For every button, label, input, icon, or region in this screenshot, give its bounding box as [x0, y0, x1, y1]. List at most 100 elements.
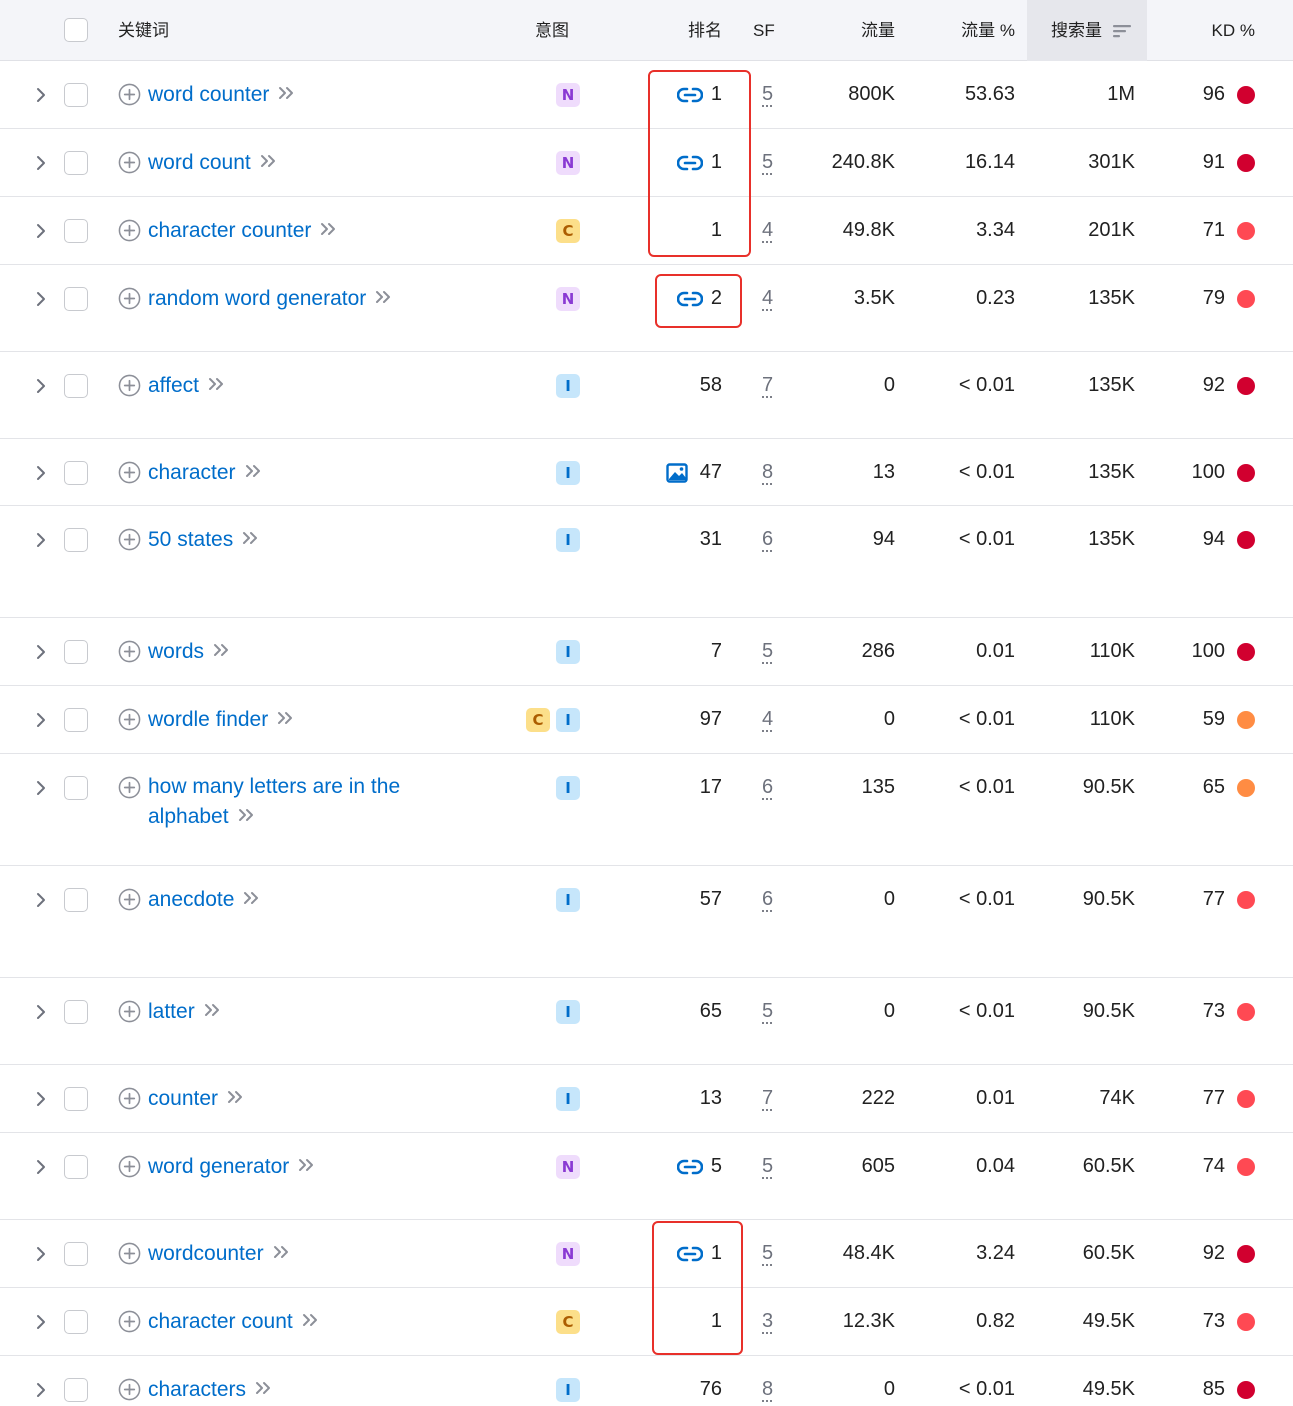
sf-value[interactable]: 5 — [762, 640, 773, 662]
keyword-text[interactable]: character counter — [148, 219, 311, 242]
sf-value[interactable]: 4 — [762, 219, 773, 241]
expand-chevron-icon[interactable] — [33, 1002, 49, 1022]
header-kd[interactable]: KD % — [1170, 0, 1255, 61]
keyword-overview-arrow-icon[interactable] — [241, 530, 261, 546]
serp-features-count[interactable]: 5 — [762, 61, 773, 128]
add-to-list-icon[interactable] — [118, 151, 141, 174]
expand-chevron-icon[interactable] — [33, 1089, 49, 1109]
sf-value[interactable]: 5 — [762, 1000, 773, 1022]
header-rank[interactable]: 排名 — [660, 0, 722, 61]
keyword-link[interactable]: random word generator — [148, 265, 394, 332]
expand-chevron-icon[interactable] — [33, 376, 49, 396]
keyword-text[interactable]: word generator — [148, 1155, 289, 1178]
serp-features-count[interactable]: 5 — [762, 978, 773, 1045]
serp-features-count[interactable]: 5 — [762, 129, 773, 196]
row-checkbox[interactable] — [64, 708, 88, 732]
expand-chevron-icon[interactable] — [33, 890, 49, 910]
keyword-overview-arrow-icon[interactable] — [242, 890, 262, 906]
serp-features-count[interactable]: 4 — [762, 686, 773, 753]
keyword-link[interactable]: word generator — [148, 1133, 317, 1200]
keyword-overview-arrow-icon[interactable] — [259, 153, 279, 169]
keyword-text[interactable]: how many letters are in the alphabet — [148, 775, 400, 828]
sf-value[interactable]: 6 — [762, 776, 773, 798]
header-volume[interactable]: 搜索量 — [1051, 0, 1102, 61]
sf-value[interactable]: 7 — [762, 374, 773, 396]
add-to-list-icon[interactable] — [118, 1242, 141, 1265]
sf-value[interactable]: 4 — [762, 287, 773, 309]
sf-value[interactable]: 5 — [762, 151, 773, 173]
expand-chevron-icon[interactable] — [33, 778, 49, 798]
keyword-overview-arrow-icon[interactable] — [254, 1380, 274, 1396]
keyword-link[interactable]: counter — [148, 1065, 246, 1132]
keyword-link[interactable]: character — [148, 439, 264, 506]
keyword-link[interactable]: affect — [148, 352, 227, 419]
keyword-link[interactable]: wordcounter — [148, 1220, 292, 1287]
row-checkbox[interactable] — [64, 1242, 88, 1266]
keyword-text[interactable]: 50 states — [148, 528, 233, 551]
row-checkbox[interactable] — [64, 888, 88, 912]
add-to-list-icon[interactable] — [118, 287, 141, 310]
add-to-list-icon[interactable] — [118, 219, 141, 242]
keyword-link[interactable]: 50 states — [148, 506, 261, 573]
add-to-list-icon[interactable] — [118, 528, 141, 551]
sf-value[interactable]: 5 — [762, 1242, 773, 1264]
row-checkbox[interactable] — [64, 219, 88, 243]
add-to-list-icon[interactable] — [118, 708, 141, 731]
expand-chevron-icon[interactable] — [33, 1380, 49, 1400]
serp-features-count[interactable]: 4 — [762, 265, 773, 332]
serp-features-count[interactable]: 7 — [762, 1065, 773, 1132]
add-to-list-icon[interactable] — [118, 1087, 141, 1110]
header-traffic[interactable]: 流量 — [800, 0, 895, 61]
keyword-overview-arrow-icon[interactable] — [374, 289, 394, 305]
row-checkbox[interactable] — [64, 1087, 88, 1111]
keyword-link[interactable]: character counter — [148, 197, 339, 264]
row-checkbox[interactable] — [64, 1310, 88, 1334]
keyword-text[interactable]: anecdote — [148, 888, 234, 911]
expand-chevron-icon[interactable] — [33, 1312, 49, 1332]
serp-features-count[interactable]: 8 — [762, 1356, 773, 1406]
expand-chevron-icon[interactable] — [33, 1244, 49, 1264]
sf-value[interactable]: 6 — [762, 528, 773, 550]
keyword-link[interactable]: wordle finder — [148, 686, 296, 753]
keyword-text[interactable]: word counter — [148, 83, 269, 106]
add-to-list-icon[interactable] — [118, 640, 141, 663]
sf-value[interactable]: 3 — [762, 1310, 773, 1332]
row-checkbox[interactable] — [64, 1000, 88, 1024]
expand-chevron-icon[interactable] — [33, 1157, 49, 1177]
keyword-text[interactable]: word count — [148, 151, 251, 174]
keyword-link[interactable]: how many letters are in the alphabet — [148, 772, 448, 832]
sf-value[interactable]: 6 — [762, 888, 773, 910]
keyword-overview-arrow-icon[interactable] — [276, 710, 296, 726]
sort-descending-icon[interactable] — [1112, 22, 1132, 40]
keyword-text[interactable]: affect — [148, 374, 199, 397]
row-checkbox[interactable] — [64, 83, 88, 107]
expand-chevron-icon[interactable] — [33, 642, 49, 662]
serp-features-count[interactable]: 5 — [762, 1220, 773, 1287]
row-checkbox[interactable] — [64, 374, 88, 398]
row-checkbox[interactable] — [64, 1155, 88, 1179]
keyword-link[interactable]: character count — [148, 1288, 321, 1355]
keyword-text[interactable]: words — [148, 640, 204, 663]
keyword-overview-arrow-icon[interactable] — [207, 376, 227, 392]
keyword-overview-arrow-icon[interactable] — [237, 807, 257, 823]
sf-value[interactable]: 5 — [762, 1155, 773, 1177]
add-to-list-icon[interactable] — [118, 461, 141, 484]
sf-value[interactable]: 7 — [762, 1087, 773, 1109]
serp-features-count[interactable]: 8 — [762, 439, 773, 506]
select-all-checkbox[interactable] — [64, 18, 88, 42]
row-checkbox[interactable] — [64, 776, 88, 800]
row-checkbox[interactable] — [64, 151, 88, 175]
header-sf[interactable]: SF — [753, 0, 775, 61]
expand-chevron-icon[interactable] — [33, 463, 49, 483]
serp-features-count[interactable]: 5 — [762, 1133, 773, 1200]
serp-features-count[interactable]: 6 — [762, 754, 773, 821]
sf-value[interactable]: 4 — [762, 708, 773, 730]
keyword-overview-arrow-icon[interactable] — [272, 1244, 292, 1260]
keyword-link[interactable]: words — [148, 618, 232, 685]
add-to-list-icon[interactable] — [118, 374, 141, 397]
keyword-overview-arrow-icon[interactable] — [301, 1312, 321, 1328]
keyword-text[interactable]: random word generator — [148, 287, 366, 310]
header-traffic-pct[interactable]: 流量 % — [915, 0, 1015, 61]
row-checkbox[interactable] — [64, 640, 88, 664]
add-to-list-icon[interactable] — [118, 776, 141, 799]
